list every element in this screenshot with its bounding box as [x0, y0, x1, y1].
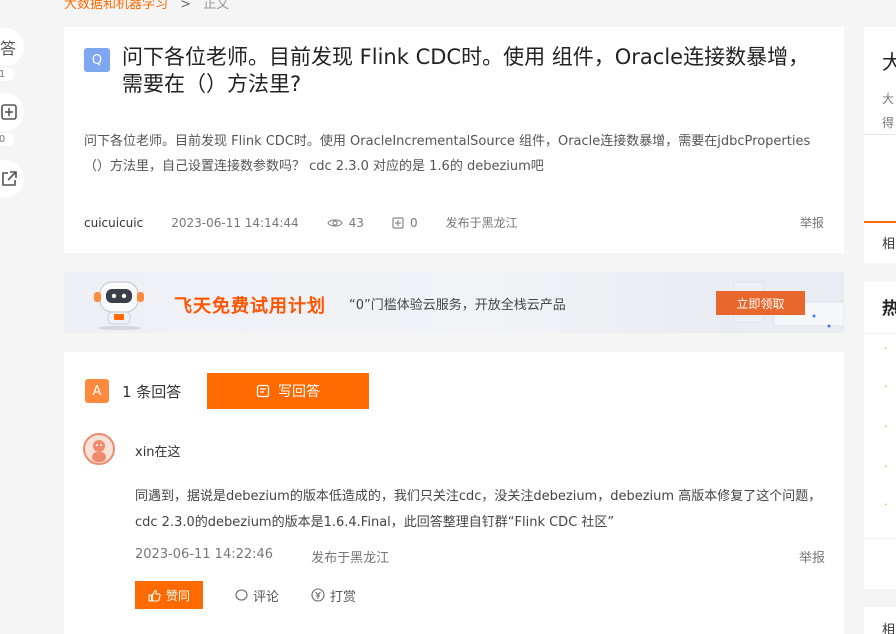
share-tool-button[interactable] — [0, 160, 24, 198]
question-badge: Q — [84, 48, 110, 72]
comment-button[interactable]: 评论 — [235, 586, 279, 605]
hot-item-bullet-icon: · — [884, 460, 888, 473]
answer-count: 1 条回答 — [122, 383, 182, 401]
follow-tool-button[interactable] — [0, 93, 24, 131]
view-count: 43 — [327, 216, 364, 230]
sidebar-hot-card: 热 · · · · · — [864, 282, 896, 589]
answers-card: A 1 条回答 写回答 xin在这 同遇到，据说是debezium的版本低造成的… — [64, 352, 844, 634]
sidebar-card-top: 大 大 得 — [864, 27, 896, 221]
avatar-icon — [92, 440, 106, 462]
question-meta: cuicuicuic 2023-06-11 14:14:44 43 0 发布于黑… — [84, 214, 824, 231]
answer-date: 2023-06-11 14:22:46 — [135, 547, 274, 562]
hot-item-bullet-icon: · — [884, 380, 888, 393]
reward-label: 打赏 — [330, 589, 357, 605]
promo-banner[interactable]: 飞天免费试用计划 “0”门槛体验云服务，开放全栈云产品 立即领取 — [64, 272, 844, 333]
banner-subtitle: “0”门槛体验云服务，开放全栈云产品 — [349, 298, 566, 313]
sidebar-hot-title: 热 — [882, 299, 896, 319]
robot-mascot-icon — [94, 281, 144, 330]
sidebar-card-line-1: 大 — [882, 92, 895, 106]
answer-tool-count: 1 — [0, 68, 14, 81]
banner-title: 飞天免费试用计划 — [174, 296, 326, 317]
question-author[interactable]: cuicuicuic — [84, 216, 143, 230]
sidebar-related-tab[interactable]: 相 — [864, 223, 896, 263]
like-button[interactable]: 赞同 — [135, 581, 203, 609]
reward-icon — [311, 588, 325, 602]
banner-claim-button[interactable]: 立即领取 — [716, 291, 805, 315]
view-count-value: 43 — [348, 215, 364, 230]
sidebar-card-line-2: 得 — [882, 116, 895, 130]
question-location: 发布于黑龙江 — [445, 216, 518, 230]
answer-tool-button[interactable]: 答 — [0, 28, 24, 66]
answer-meta: 2023-06-11 14:22:46 发布于黑龙江 举报 — [135, 547, 825, 566]
share-icon — [2, 171, 17, 186]
follow-count: 0 — [392, 216, 418, 230]
left-toolbar: 答 1 0 — [0, 28, 24, 198]
hot-item-bullet-icon: · — [884, 342, 888, 355]
answer-actions: 赞同 评论 打赏 — [135, 581, 356, 609]
answer-body: 同遇到，据说是debezium的版本低造成的，我们只关注cdc，没关注debez… — [135, 489, 822, 530]
answer-location: 发布于黑龙江 — [311, 551, 390, 566]
avatar[interactable] — [83, 433, 115, 465]
sidebar-hot-divider — [864, 333, 896, 334]
add-square-icon — [392, 216, 404, 229]
write-answer-label: 写回答 — [278, 384, 320, 400]
question-title: 问下各位老师。目前发现 Flink CDC时。使用 组件，Oracle连接数暴增… — [122, 45, 810, 96]
answer-tool-label: 答 — [0, 39, 16, 58]
breadcrumb-separator: > — [180, 0, 192, 12]
question-report-link[interactable]: 举报 — [800, 214, 824, 231]
sidebar-card-bottom: 相 — [864, 607, 896, 634]
question-date: 2023-06-11 14:14:44 — [171, 215, 299, 230]
eye-icon — [327, 218, 343, 227]
answer-author[interactable]: xin在这 — [135, 441, 181, 460]
follow-tool-count: 0 — [0, 133, 14, 146]
comment-label: 评论 — [253, 589, 280, 605]
follow-count-value: 0 — [409, 215, 418, 230]
sidebar-related-label: 相 — [882, 237, 896, 252]
answer-badge: A — [85, 379, 109, 403]
breadcrumb-current: 正文 — [203, 0, 230, 12]
sidebar-bottom-label: 相 — [882, 623, 896, 634]
thumbs-up-icon — [148, 589, 161, 602]
comment-icon — [235, 588, 248, 601]
question-body: 问下各位老师。目前发现 Flink CDC时。使用 OracleIncremen… — [84, 134, 811, 174]
edit-icon — [256, 384, 270, 398]
like-label: 赞同 — [165, 588, 190, 603]
answer-report-link[interactable]: 举报 — [799, 547, 825, 566]
add-square-icon — [1, 104, 17, 120]
sidebar-hot-divider — [864, 538, 896, 539]
reward-button[interactable]: 打赏 — [311, 586, 356, 605]
breadcrumb: 大数据和机器学习 > 正文 — [64, 0, 229, 12]
write-answer-button[interactable]: 写回答 — [207, 373, 369, 409]
hot-item-bullet-icon: · — [884, 498, 888, 511]
hot-item-bullet-icon: · — [884, 420, 888, 433]
breadcrumb-parent-link[interactable]: 大数据和机器学习 — [64, 0, 168, 12]
question-card: Q 问下各位老师。目前发现 Flink CDC时。使用 组件，Oracle连接数… — [64, 27, 844, 253]
sidebar-card-title: 大 — [882, 50, 896, 74]
sidebar-divider — [864, 134, 896, 135]
